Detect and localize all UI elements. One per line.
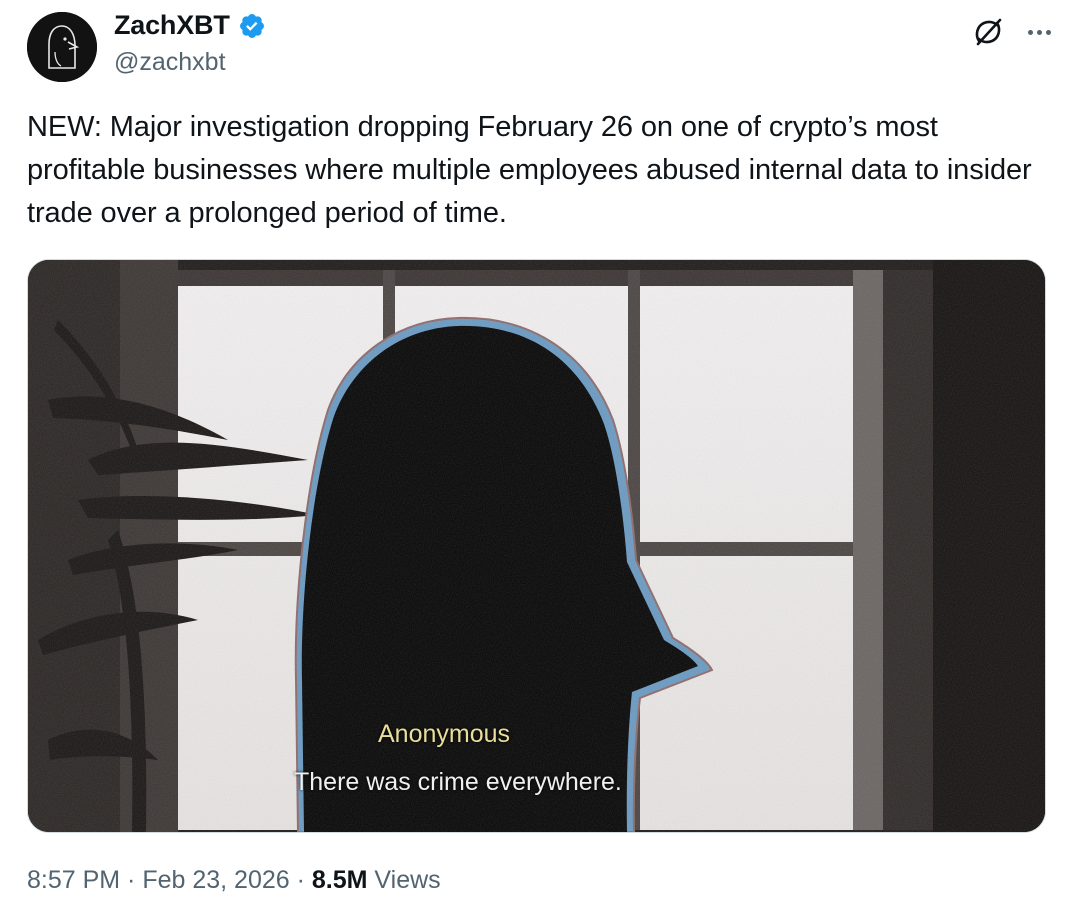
tweet-text: NEW: Major investigation dropping Februa… <box>27 111 1032 229</box>
tweet-time[interactable]: 8:57 PM <box>27 866 120 895</box>
views-label[interactable]: Views <box>367 866 440 895</box>
avatar[interactable] <box>27 12 97 82</box>
author-name-row: ZachXBT <box>114 10 266 41</box>
more-icon[interactable] <box>1024 26 1055 39</box>
grok-icon[interactable] <box>970 14 1006 50</box>
tweet-date[interactable]: Feb 23, 2026 <box>142 866 289 895</box>
meta-separator: · <box>120 866 143 894</box>
views-count[interactable]: 8.5M <box>312 866 368 895</box>
author-display-name[interactable]: ZachXBT <box>114 10 230 41</box>
video-caption-name: Anonymous <box>378 720 511 748</box>
penguin-avatar-icon <box>27 12 97 82</box>
tweet-top-actions <box>970 14 1055 50</box>
meta-separator: · <box>289 866 312 894</box>
verified-badge-icon[interactable] <box>238 12 266 40</box>
tweet-media-image[interactable]: Anonymous There was crime everywhere. <box>27 259 1046 833</box>
video-still-scene <box>28 260 1045 832</box>
video-caption-quote: There was crime everywhere. <box>294 768 622 796</box>
tweet-meta: 8:57 PM · Feb 23, 2026 · 8.5M Views <box>27 866 441 895</box>
author-handle[interactable]: @zachxbt <box>114 48 226 77</box>
